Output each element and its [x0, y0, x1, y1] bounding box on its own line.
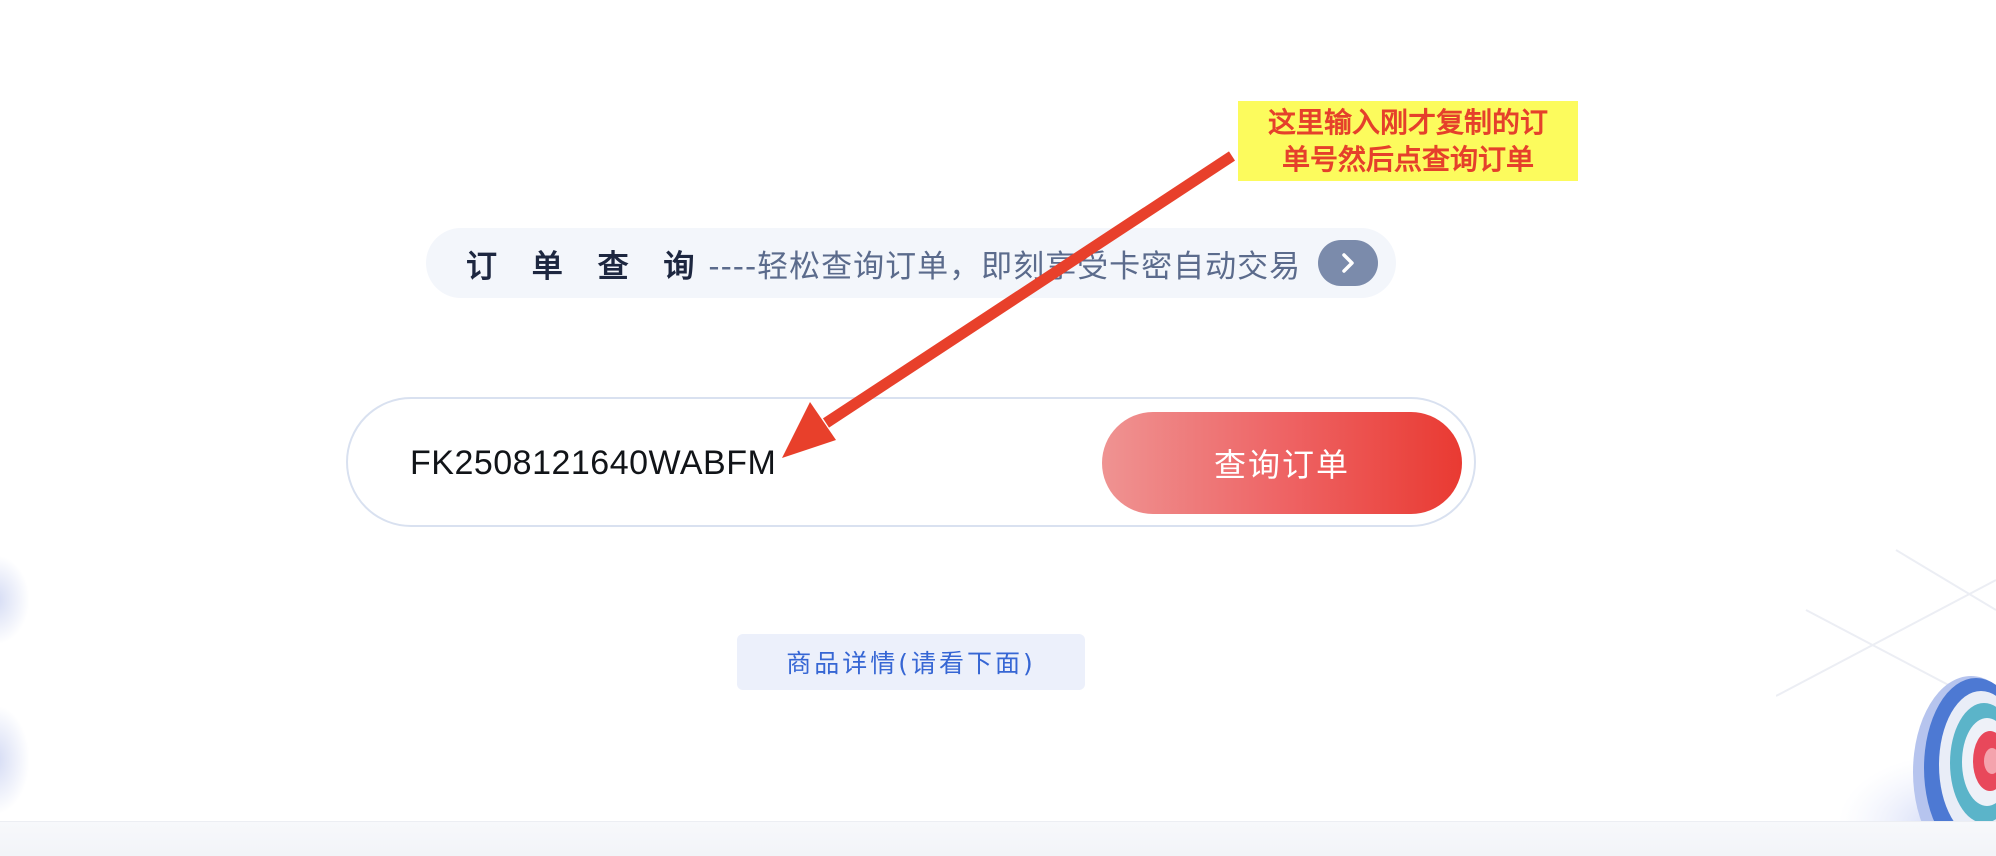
- order-number-input[interactable]: [408, 429, 1112, 497]
- banner-arrow-button[interactable]: [1318, 240, 1378, 286]
- order-query-banner: 订 单 查 询 ----轻松查询订单，即刻享受卡密自动交易: [426, 228, 1396, 298]
- order-search-box: 查询订单: [346, 397, 1476, 527]
- annotation-note: 这里输入刚才复制的订 单号然后点查询订单: [1238, 101, 1578, 181]
- annotation-line-1: 这里输入刚才复制的订: [1267, 106, 1548, 139]
- order-query-page: 订 单 查 询 ----轻松查询订单，即刻享受卡密自动交易 查询订单 商品详情(…: [0, 0, 1996, 856]
- annotation-line-2: 单号然后点查询订单: [1281, 143, 1534, 176]
- target-decoration-icon: [1776, 549, 1996, 856]
- query-order-button[interactable]: 查询订单: [1102, 412, 1462, 514]
- chevron-right-icon: [1342, 253, 1354, 273]
- product-detail-tag[interactable]: 商品详情(请看下面): [737, 634, 1085, 690]
- left-decoration-glow: [0, 705, 30, 815]
- product-detail-label: 商品详情(请看下面): [786, 649, 1036, 678]
- left-decoration-glow: [0, 555, 30, 645]
- banner-title: 订 单 查 询: [466, 248, 707, 285]
- banner-subtitle: ----轻松查询订单，即刻享受卡密自动交易: [708, 248, 1302, 285]
- footer-band: [0, 821, 1996, 856]
